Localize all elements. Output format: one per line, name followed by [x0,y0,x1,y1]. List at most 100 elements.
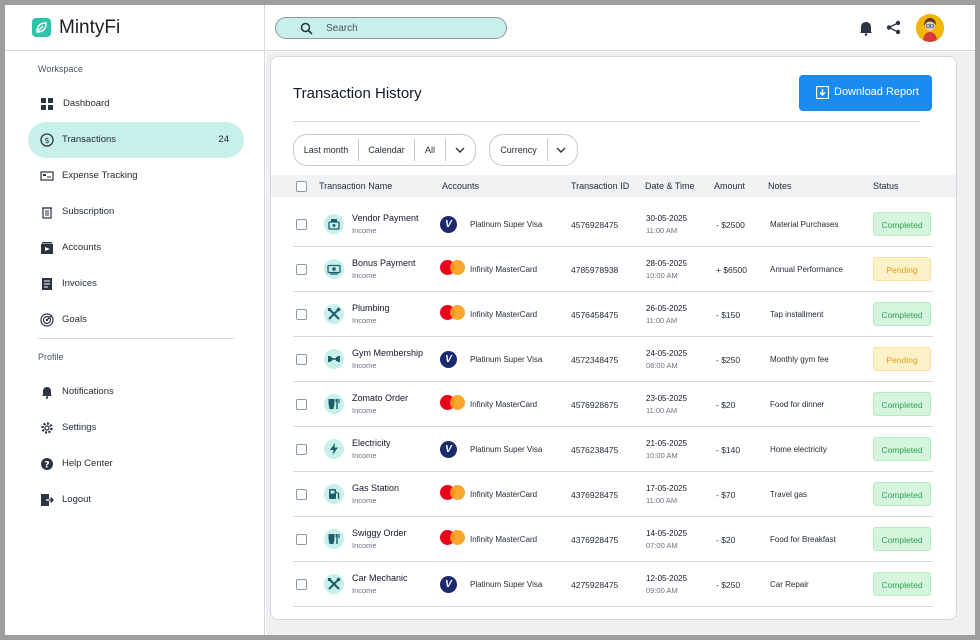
transaction-name: Plumbing [352,303,390,313]
mastercard-icon [440,395,466,413]
table-row[interactable]: Zomato Order Income Infinity MasterCard 457… [293,382,933,427]
help-icon: ? [41,458,53,471]
transaction-time: 11:00 AM [646,406,678,415]
all-filter[interactable]: All [415,135,445,165]
calendar-filter[interactable]: Calendar [359,135,414,165]
transaction-note: Car Repair [770,580,809,589]
sidebar-item-transactions[interactable]: $ Transactions 24 [28,122,244,158]
status-badge: Completed [873,572,931,596]
table-row[interactable]: Electricity Income V Platinum Super Visa 457… [293,427,933,472]
transaction-type: Income [352,316,377,325]
status-badge: Pending [873,347,931,371]
row-checkbox[interactable] [296,309,307,320]
sidebar-item-logout[interactable]: Logout [28,482,244,518]
row-checkbox[interactable] [296,264,307,275]
transaction-id: 4376928475 [571,490,619,500]
currency-filter[interactable]: Currency [490,135,547,165]
table-row[interactable]: Plumbing Income Infinity MasterCard 4576458… [293,292,933,337]
sidebar-item-invoices[interactable]: Invoices [28,266,244,302]
transaction-name: Electricity [352,438,391,448]
money-icon [324,259,344,279]
transaction-amount: - $20 [716,535,736,545]
sidebar-item-label: Dashboard [63,98,110,109]
transaction-time: 09:00 AM [646,586,678,595]
row-checkbox[interactable] [296,399,307,410]
notification-bell-icon[interactable] [859,20,873,36]
transaction-type: Income [352,271,377,280]
sidebar-item-label: Notifications [62,386,114,397]
transaction-date: 23-05-2025 [646,394,687,403]
sidebar-item-accounts[interactable]: Accounts [28,230,244,266]
title-divider [293,121,920,122]
transaction-type: Income [352,451,377,460]
row-checkbox[interactable] [296,489,307,500]
transaction-amount: - $70 [716,490,736,500]
transaction-date: 26-05-2025 [646,304,687,313]
transaction-date: 12-05-2025 [646,574,687,583]
trash-icon [42,207,52,219]
transaction-note: Food for Breakfast [770,535,836,544]
mastercard-icon [440,305,466,323]
workspace-label: Workspace [38,64,83,74]
account-name: Infinity MasterCard [470,265,538,274]
row-checkbox[interactable] [296,534,307,545]
transaction-note: Tap installment [770,310,824,319]
transaction-name: Gym Membership [352,348,424,358]
sidebar-item-dashboard[interactable]: Dashboard [28,86,244,122]
mastercard-icon [440,530,466,548]
avatar[interactable] [916,14,944,42]
row-checkbox[interactable] [296,444,307,455]
transaction-type: Income [352,406,377,415]
table-row[interactable]: Gym Membership Income V Platinum Super Visa… [293,337,933,382]
sidebar-item-label: Invoices [62,278,97,289]
visa-card-icon: V [440,576,457,593]
transaction-note: Travel gas [770,490,808,499]
search-bar[interactable] [275,17,507,39]
row-checkbox[interactable] [296,354,307,365]
status-badge: Completed [873,482,931,506]
select-all-checkbox[interactable] [296,181,307,192]
table-row[interactable]: Swiggy Order Income Infinity MasterCard 437… [293,517,933,562]
sidebar-item-notifications[interactable]: Notifications [28,374,244,410]
sidebar-item-goals[interactable]: Goals [28,302,244,338]
transaction-note: Home electricity [770,445,827,454]
download-label: Download Report [834,86,919,98]
chevron-down-icon[interactable] [455,146,465,154]
transaction-amount: + $6500 [716,265,747,275]
sidebar-item-subscription[interactable]: Subscription [28,194,244,230]
table-row[interactable]: Bonus Payment Income Infinity MasterCard 47… [293,247,933,292]
sidebar-item-label: Subscription [62,206,115,217]
last-month-filter[interactable]: Last month [294,135,358,165]
table-row[interactable]: Vendor Payment Income V Platinum Super Visa… [293,202,933,247]
transaction-date: 28-05-2025 [646,259,687,268]
chevron-down-icon[interactable] [556,146,566,154]
column-header-status: Status [873,181,899,191]
transaction-id: 4576238475 [571,445,619,455]
tools-icon [324,304,344,324]
share-icon[interactable] [886,20,901,35]
row-checkbox[interactable] [296,579,307,590]
transaction-type: Income [352,226,377,235]
download-report-button[interactable]: Download Report [799,75,932,111]
sidebar-item-help-center[interactable]: ? Help Center [28,446,244,482]
table-row[interactable]: Gas Station Income Infinity MasterCard 4376… [293,472,933,517]
page-title: Transaction History [293,85,422,102]
transaction-note: Material Purchases [770,220,839,229]
download-icon [816,86,829,99]
transaction-time: 11:00 AM [646,316,678,325]
food-icon [324,394,344,414]
transaction-time: 08:00 AM [646,361,678,370]
transaction-id: 4572348475 [571,355,619,365]
mastercard-icon [440,260,466,278]
dumbbell-icon [324,349,344,369]
sidebar-item-settings[interactable]: Settings [28,410,244,446]
table-row[interactable]: Car Mechanic Income V Platinum Super Visa 42… [293,562,933,607]
cash-register-icon [324,214,344,234]
transaction-time: 11:00 AM [646,226,678,235]
transaction-name: Car Mechanic [352,573,408,583]
account-name: Infinity MasterCard [470,535,538,544]
search-input[interactable] [326,21,496,36]
row-checkbox[interactable] [296,219,307,230]
transaction-name: Swiggy Order [352,528,407,538]
sidebar-item-expense-tracking[interactable]: Expense Tracking [28,158,244,194]
